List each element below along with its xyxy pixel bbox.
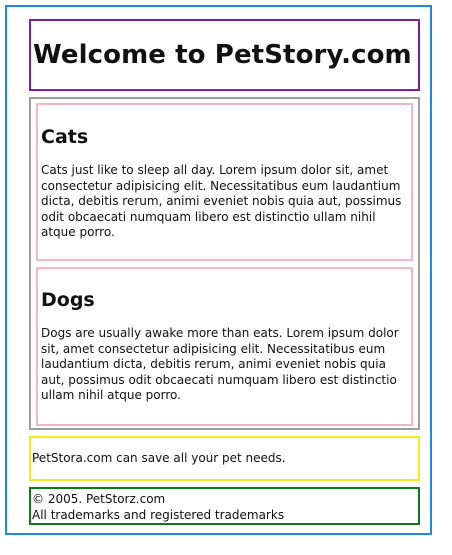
article-text-dogs: Dogs are usually awake more than eats. L… [41,326,399,402]
site-header: Welcome to PetStory.com [29,19,420,91]
page-title: Welcome to PetStory.com [33,40,412,70]
main-content: Cats Cats just like to sleep all day. Lo… [29,97,420,430]
site-footer: © 2005. PetStorz.com All trademarks and … [29,487,420,525]
article-title-dogs: Dogs [41,289,95,311]
trademarks-text: All trademarks and registered trademarks [32,508,285,522]
article-title-cats: Cats [41,126,89,148]
page-container: Welcome to PetStory.com Cats Cats just l… [5,5,432,535]
article-cats: Cats Cats just like to sleep all day. Lo… [36,103,413,261]
article-dogs: Dogs Dogs are usually awake more than ea… [36,267,413,426]
tagline-box: PetStora.com can save all your pet needs… [29,436,420,481]
copyright-text: © 2005. PetStorz.com [32,492,166,506]
tagline-text: PetStora.com can save all your pet needs… [32,451,286,465]
article-text-cats: Cats just like to sleep all day. Lorem i… [41,163,402,239]
